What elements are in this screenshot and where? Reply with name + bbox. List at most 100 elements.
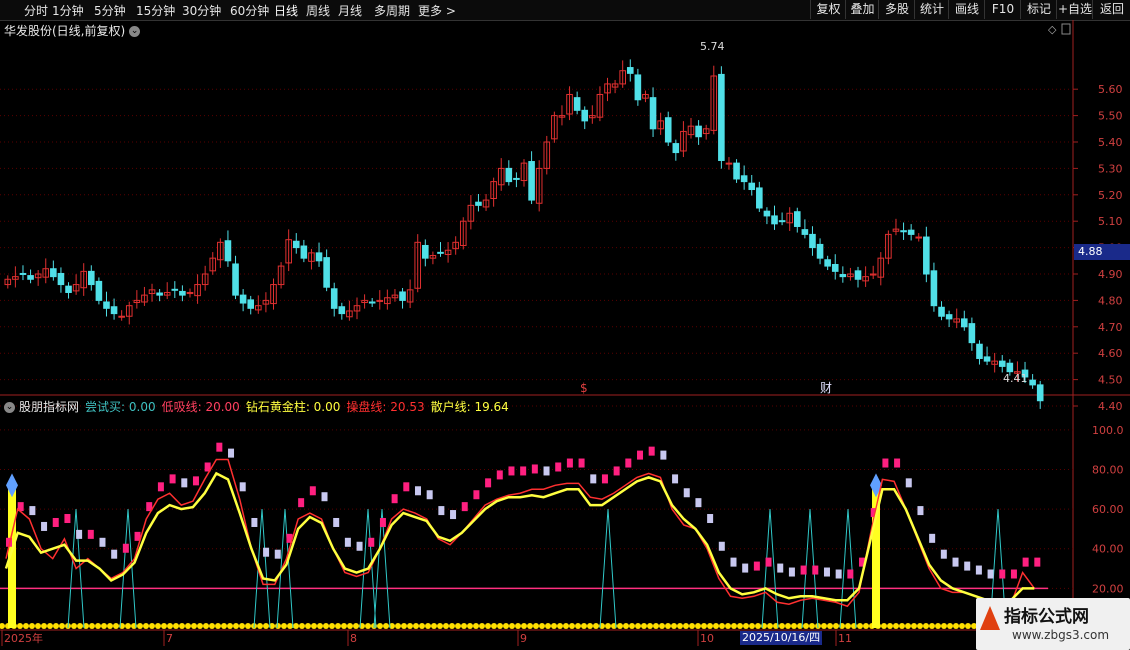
gold-dot <box>317 623 323 629</box>
trend-block <box>765 557 772 567</box>
trend-block <box>157 482 164 492</box>
gold-dot <box>17 623 23 629</box>
candle <box>4 275 12 289</box>
gold-dot <box>341 623 347 629</box>
candle <box>338 302 346 320</box>
gold-dot <box>281 623 287 629</box>
candle <box>801 219 809 239</box>
gold-dot <box>665 623 671 629</box>
candle <box>353 297 361 320</box>
gold-dot <box>431 623 437 629</box>
candle <box>391 289 399 302</box>
candle <box>497 158 505 191</box>
trend-block <box>672 474 679 484</box>
gold-dot <box>887 623 893 629</box>
candle <box>847 267 854 281</box>
gold-dot <box>155 623 161 629</box>
gold-dot <box>203 623 209 629</box>
trend-block <box>344 537 351 547</box>
candle <box>892 218 900 236</box>
candle <box>930 262 938 312</box>
candle <box>885 230 892 265</box>
candle <box>718 66 725 169</box>
candle <box>72 274 80 295</box>
candle <box>217 238 224 268</box>
cursor-date: 2025/10/16/四 <box>740 631 823 645</box>
gold-dot <box>833 623 839 629</box>
trend-block <box>274 549 281 559</box>
gold-dot <box>617 623 623 629</box>
trend-block <box>99 537 106 547</box>
candle <box>65 282 72 299</box>
price-tick: 5.40 <box>1098 136 1123 149</box>
candle <box>224 230 232 267</box>
gold-dot <box>113 623 119 629</box>
ind-tick: 100.0 <box>1092 424 1124 437</box>
trend-block <box>999 569 1006 579</box>
indicator-title: ⌄ 股朋指标网 尝试买: 0.00 低吸线: 20.00 钻石黄金柱: 0.00 操盘线:… <box>4 398 521 415</box>
trend-block <box>940 549 947 559</box>
candle <box>573 91 581 115</box>
gold-dot <box>803 623 809 629</box>
watermark-url: www.zbgs3.com <box>1012 628 1110 642</box>
candle <box>604 77 611 102</box>
trend-block <box>520 466 527 476</box>
gold-dot <box>893 623 899 629</box>
candle <box>687 117 695 139</box>
trend-block <box>555 462 562 472</box>
gold-dot <box>53 623 59 629</box>
trend-block <box>835 569 842 579</box>
gold-dot <box>407 623 413 629</box>
gold-dot <box>215 623 221 629</box>
trend-block <box>414 486 421 496</box>
low-marker: 4.41 <box>1003 372 1028 385</box>
indicator-value-1: 低吸线: 20.00 <box>161 400 240 414</box>
candle <box>520 159 528 187</box>
candle <box>626 59 634 82</box>
gold-dot <box>965 623 971 629</box>
gold-dot <box>395 623 401 629</box>
gold-dot <box>857 623 863 629</box>
gold-dot <box>23 623 29 629</box>
price-tick: 4.60 <box>1098 347 1123 360</box>
price-tick: 5.10 <box>1098 215 1123 228</box>
gold-dot <box>743 623 749 629</box>
candle <box>793 207 801 233</box>
gold-dot <box>671 623 677 629</box>
gold-dot <box>581 623 587 629</box>
candle <box>543 135 551 175</box>
gold-dot <box>641 623 647 629</box>
diamond-icon: ◇ <box>1048 23 1057 36</box>
price-tick: 5.20 <box>1098 189 1123 202</box>
try-buy-spike <box>839 509 857 629</box>
candle <box>915 233 923 242</box>
trend-block <box>64 514 71 524</box>
trend-block <box>333 517 340 527</box>
gold-dot <box>383 623 389 629</box>
gold-dot <box>557 623 563 629</box>
candle <box>589 105 596 124</box>
gold-dot <box>221 623 227 629</box>
candle <box>816 238 824 265</box>
gold-dot <box>0 623 5 629</box>
candle <box>277 262 285 289</box>
panel-toggle-icon <box>1061 23 1071 35</box>
gold-dot <box>515 623 521 629</box>
gold-dot <box>707 623 713 629</box>
trend-block <box>41 521 48 531</box>
trend-block <box>695 498 702 508</box>
gold-dot <box>899 623 905 629</box>
gold-dot <box>29 623 35 629</box>
candle <box>634 68 642 106</box>
price-tick: 4.90 <box>1098 268 1123 281</box>
gold-dot <box>605 623 611 629</box>
gold-dot <box>101 623 107 629</box>
candle <box>862 266 869 287</box>
gold-dot <box>689 623 695 629</box>
gold-dot <box>161 623 167 629</box>
gold-dot <box>563 623 569 629</box>
trend-block <box>403 482 410 492</box>
gold-dot <box>755 623 761 629</box>
candle <box>907 224 915 241</box>
indicator-menu-icon[interactable]: ⌄ <box>4 402 15 413</box>
